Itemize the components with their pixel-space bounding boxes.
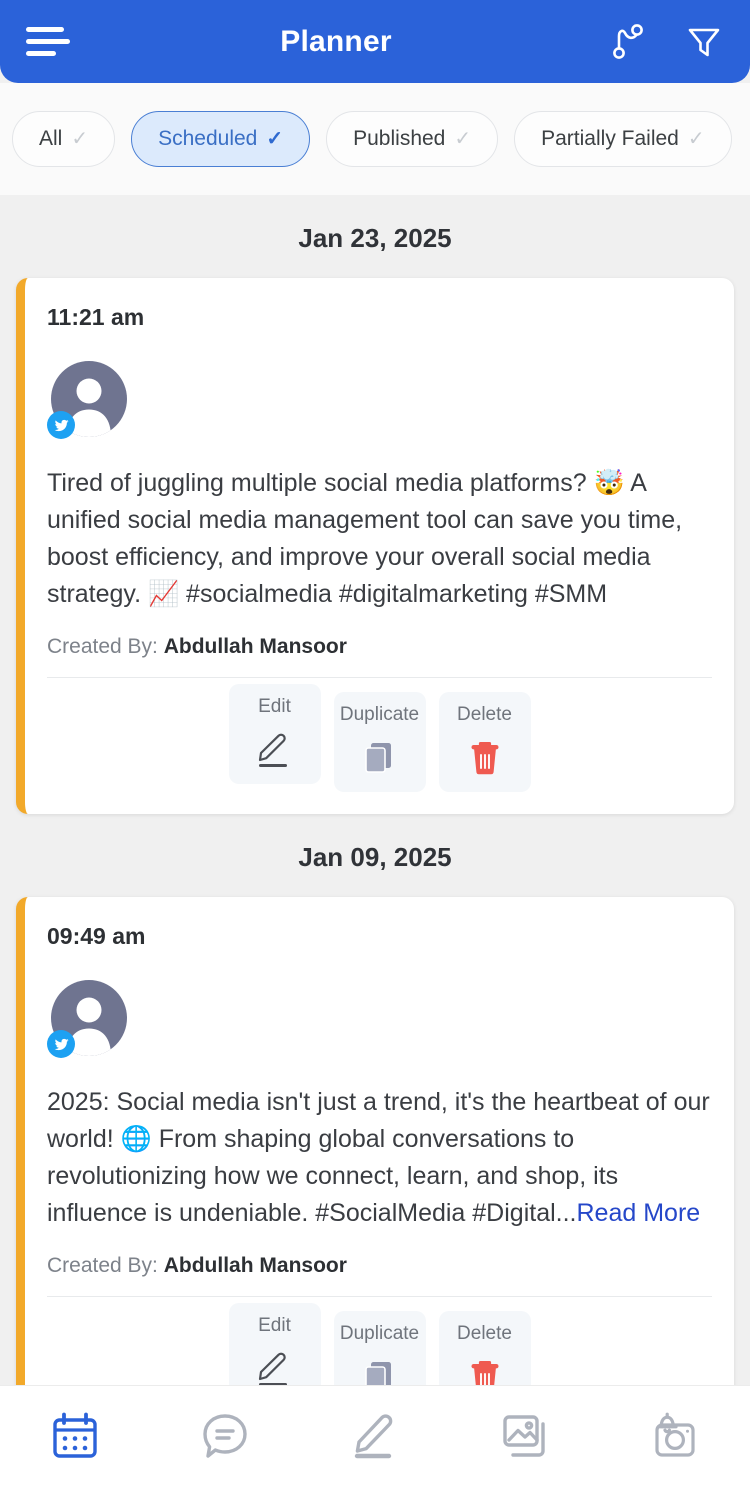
filter-chip-all[interactable]: All ✓ (12, 111, 116, 167)
edit-button-label: Edit (258, 1315, 291, 1336)
duplicate-button-label: Duplicate (339, 1323, 420, 1344)
check-icon: ✓ (687, 128, 705, 150)
post-text: Tired of juggling multiple social media … (47, 465, 712, 613)
delete-button-label: Delete (457, 1323, 512, 1344)
check-icon: ✓ (266, 128, 284, 150)
delete-button-label: Delete (457, 704, 512, 725)
post-actions: Edit Duplicate Delete (25, 678, 734, 814)
created-by-name: Abdullah Mansoor (163, 1254, 347, 1277)
avatar (47, 361, 127, 439)
read-more-link[interactable]: Read More (577, 1199, 701, 1227)
copy-pages-icon (362, 1357, 398, 1385)
duplicate-button[interactable]: Duplicate (333, 1311, 426, 1385)
post-text: 2025: Social media isn't just a trend, i… (47, 1084, 712, 1232)
duplicate-button-label: Duplicate (339, 704, 420, 725)
date-group-header: Jan 23, 2025 (298, 223, 452, 253)
created-by-label: Created By: (47, 1254, 158, 1277)
post-body: Tired of juggling multiple social media … (47, 469, 683, 608)
page-title: Planner (280, 24, 392, 58)
pencil-compose-icon (349, 1410, 401, 1467)
created-by: Created By: Abdullah Mansoor (47, 1254, 712, 1296)
nav-item-media[interactable] (450, 1386, 600, 1491)
avatar (47, 980, 127, 1058)
post-time: 09:49 am (47, 923, 146, 949)
filter-chip-partially-failed[interactable]: Partially Failed ✓ (514, 111, 732, 167)
edit-button-label: Edit (258, 696, 291, 717)
planner-screen: Planner All ✓ Scheduled ✓ Published ✓ Partiall… (0, 0, 750, 1491)
header-actions (608, 20, 724, 64)
image-gallery-icon (499, 1410, 551, 1467)
date-group-header: Jan 09, 2025 (298, 842, 452, 872)
twitter-bird-icon (47, 411, 75, 439)
check-icon: ✓ (454, 128, 472, 150)
filter-chip-label: Published (353, 127, 446, 150)
delete-button[interactable]: Delete (438, 1311, 531, 1385)
post-time: 11:21 am (47, 304, 145, 330)
post-card[interactable]: 11:21 am Tired of juggling multiple socia… (16, 278, 734, 814)
created-by-name: Abdullah Mansoor (163, 635, 347, 658)
funnel-filter-icon[interactable] (684, 20, 724, 64)
pencil-icon (255, 730, 295, 770)
twitter-bird-icon (47, 1030, 75, 1058)
nav-item-calendar[interactable] (0, 1386, 150, 1491)
hamburger-line (26, 27, 64, 32)
app-header: Planner (0, 0, 750, 83)
filter-chip-label: All (39, 127, 63, 150)
check-icon: ✓ (71, 128, 89, 150)
created-by-label: Created By: (47, 635, 158, 658)
calendar-icon (49, 1410, 101, 1467)
camera-bell-icon (649, 1410, 701, 1467)
chat-bubble-icon (199, 1410, 251, 1467)
nav-item-messages[interactable] (150, 1386, 300, 1491)
pencil-icon (255, 1349, 295, 1385)
nav-item-compose[interactable] (300, 1386, 450, 1491)
delete-button[interactable]: Delete (438, 692, 531, 792)
branch-merge-icon[interactable] (608, 20, 648, 64)
filter-chip-published[interactable]: Published ✓ (326, 111, 499, 167)
filter-chip-scheduled[interactable]: Scheduled ✓ (131, 111, 311, 167)
filter-chips-bar[interactable]: All ✓ Scheduled ✓ Published ✓ Partially Failed… (0, 83, 750, 195)
post-card[interactable]: 09:49 am 2025: Social media isn't just a … (16, 897, 734, 1385)
copy-pages-icon (362, 738, 398, 778)
trash-can-icon (468, 1357, 502, 1385)
posts-scroll-area[interactable]: Jan 23, 2025 11:21 am Tired of juggling mu… (0, 195, 750, 1385)
filter-chip-label: Scheduled (158, 127, 258, 150)
edit-button[interactable]: Edit (228, 684, 321, 784)
bottom-navigation (0, 1385, 750, 1491)
nav-item-notifications[interactable] (600, 1386, 750, 1491)
filter-chip-label: Partially Failed (541, 127, 679, 150)
duplicate-button[interactable]: Duplicate (333, 692, 426, 792)
post-actions: Edit Duplicate Delete (25, 1297, 734, 1385)
edit-button[interactable]: Edit (228, 1303, 321, 1385)
created-by: Created By: Abdullah Mansoor (47, 635, 712, 677)
hamburger-line (26, 51, 56, 56)
trash-can-icon (468, 738, 502, 778)
